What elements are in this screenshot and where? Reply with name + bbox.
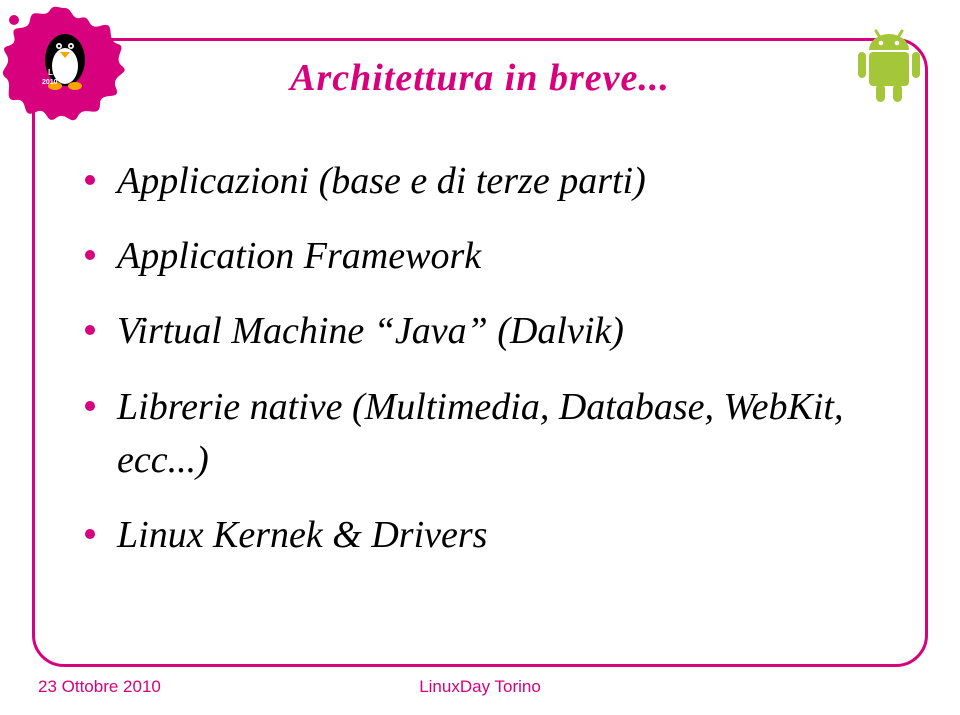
bullet-text: Librerie native (Multimedia, Database, W…	[117, 381, 875, 487]
slide-title: Architettura in breve...	[0, 56, 960, 100]
bullet-dot-icon	[85, 529, 95, 539]
bullet-text: Virtual Machine “Java” (Dalvik)	[117, 305, 624, 358]
list-item: Applicazioni (base e di terze parti)	[85, 155, 875, 208]
android-icon	[854, 28, 924, 108]
list-item: Application Framework	[85, 230, 875, 283]
linuxday-logo: LD 2010	[0, 0, 130, 130]
bullet-dot-icon	[85, 175, 95, 185]
slide: LD 2010 Arc	[0, 0, 960, 715]
footer-event: LinuxDay Torino	[0, 677, 960, 697]
svg-text:2010: 2010	[42, 79, 58, 86]
bullet-dot-icon	[85, 325, 95, 335]
bullet-dot-icon	[85, 250, 95, 260]
bullet-text: Applicazioni (base e di terze parti)	[117, 155, 646, 208]
bullet-text: Application Framework	[117, 230, 481, 283]
svg-text:LD: LD	[48, 68, 59, 77]
bullet-list: Applicazioni (base e di terze parti) App…	[85, 155, 875, 584]
list-item: Virtual Machine “Java” (Dalvik)	[85, 305, 875, 358]
bullet-dot-icon	[85, 401, 95, 411]
bullet-text: Linux Kernek & Drivers	[117, 509, 487, 562]
list-item: Librerie native (Multimedia, Database, W…	[85, 381, 875, 487]
list-item: Linux Kernek & Drivers	[85, 509, 875, 562]
